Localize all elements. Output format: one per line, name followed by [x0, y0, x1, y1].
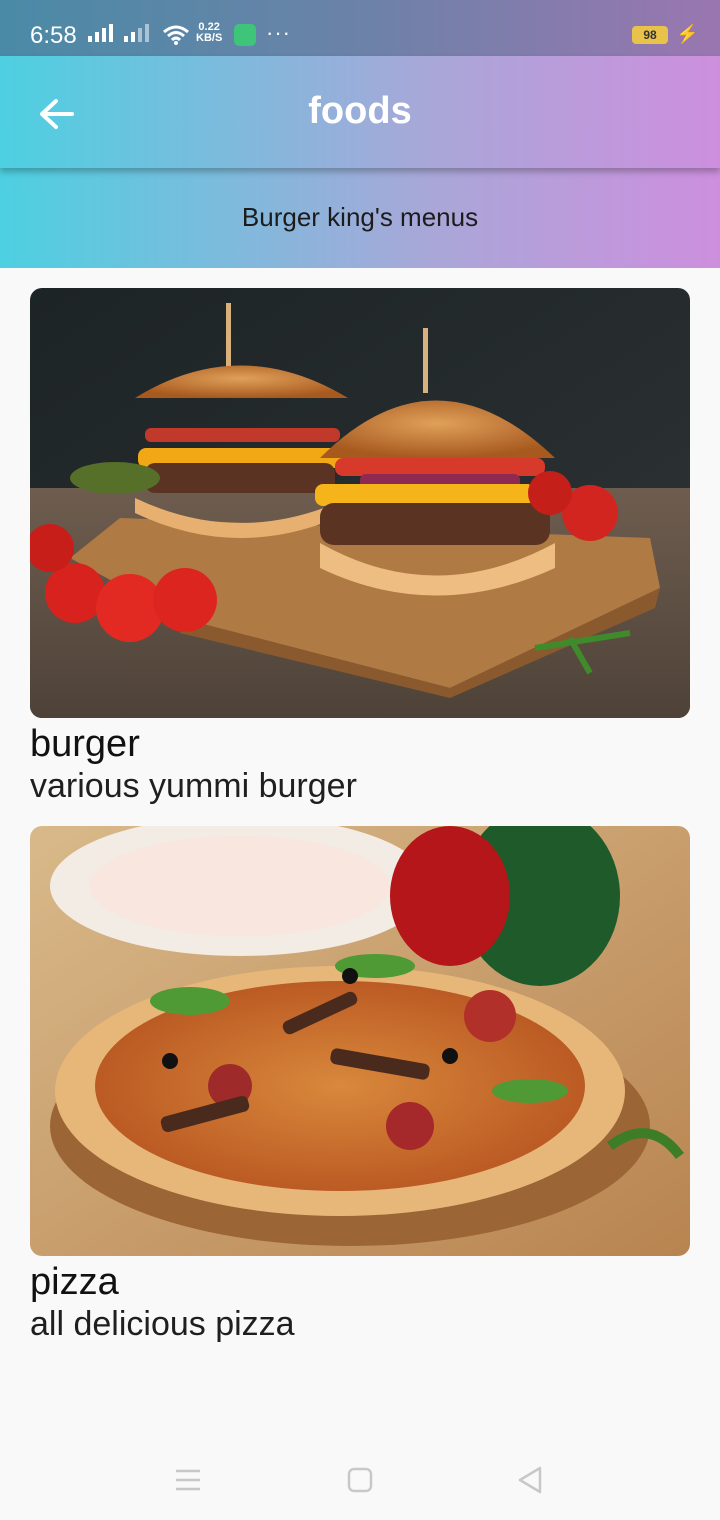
back-icon[interactable] [512, 1462, 548, 1498]
wifi-icon [163, 25, 189, 45]
app-bar: foods [0, 56, 720, 168]
net-speed: 0.22 KB/S [196, 22, 222, 44]
food-title: pizza [30, 1261, 119, 1303]
home-icon[interactable] [342, 1462, 378, 1498]
page-title: foods [308, 90, 412, 132]
food-description: all delicious pizza [30, 1305, 295, 1343]
burger-image [30, 288, 690, 718]
burger-photo[interactable] [30, 288, 690, 718]
food-description: various yummi burger [30, 767, 357, 805]
signal-icon [88, 24, 113, 42]
battery-icon: 98 [632, 26, 668, 44]
food-card-burger[interactable]: burger various yummi burger [30, 288, 690, 806]
status-time: 6:58 [30, 22, 77, 49]
sub-header: Burger king's menus [0, 168, 720, 268]
food-card-pizza[interactable]: pizza all delicious pizza [30, 826, 690, 1344]
charging-icon: ⚡ [676, 24, 699, 44]
system-nav-bar [0, 1440, 720, 1520]
net-speed-unit: KB/S [196, 32, 223, 44]
pizza-photo[interactable] [30, 826, 690, 1256]
sub-header-text: Burger king's menus [241, 202, 479, 232]
signal-icon-2 [124, 24, 149, 42]
pizza-image [30, 826, 690, 1256]
more-notifications-icon: ··· [266, 20, 291, 45]
food-title: burger [30, 723, 140, 765]
app-notification-icon [234, 24, 256, 46]
menu-icon[interactable] [170, 1462, 206, 1498]
status-bar: 6:58 0.22 KB/S ··· 98 ⚡ [0, 0, 720, 56]
